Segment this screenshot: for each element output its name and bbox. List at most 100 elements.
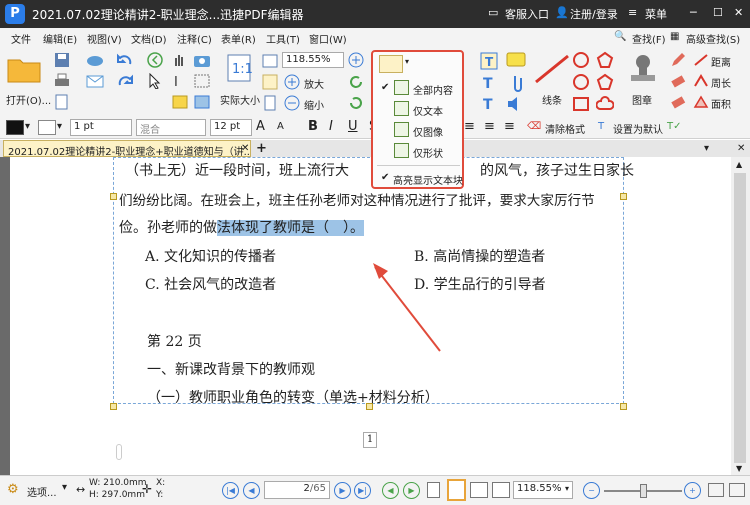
customer-service-link[interactable]: 客服入口 bbox=[505, 6, 549, 22]
dropdown-item-all[interactable]: ✔ 全部内容 bbox=[373, 78, 462, 98]
rectangle-icon[interactable] bbox=[572, 95, 590, 113]
distance-label[interactable]: 距离 bbox=[711, 54, 731, 69]
align-right-icon[interactable]: ≡ bbox=[504, 119, 515, 134]
line-width-select[interactable]: 1 pt bbox=[70, 119, 132, 136]
options-dropdown-icon[interactable]: ▾ bbox=[62, 482, 67, 493]
bold-icon[interactable]: B bbox=[308, 119, 318, 134]
selected-text[interactable]: 法体现了教师是（ ）。 bbox=[217, 220, 364, 236]
last-page-icon[interactable]: ▶| bbox=[354, 482, 371, 499]
fill-color-dropdown-icon[interactable]: ▾ bbox=[57, 121, 62, 132]
menu-form[interactable]: 表单(R) bbox=[221, 31, 256, 46]
forward-view-icon[interactable]: ▶ bbox=[403, 482, 420, 499]
hamburger-icon[interactable]: ≡ bbox=[628, 6, 637, 19]
scroll-up-icon[interactable]: ▲ bbox=[736, 160, 742, 169]
close-document-icon[interactable]: ✕ bbox=[737, 143, 745, 154]
line-label[interactable]: 线条 bbox=[542, 92, 562, 107]
callout-icon[interactable]: T bbox=[480, 95, 498, 113]
cursor-icon[interactable] bbox=[147, 73, 163, 89]
zoom-slider-thumb[interactable] bbox=[640, 484, 647, 498]
page-number-input[interactable]: 2/65 bbox=[264, 481, 330, 499]
scroll-thumb[interactable] bbox=[734, 173, 746, 463]
user-icon[interactable]: 👤 bbox=[555, 6, 569, 19]
polygon-icon[interactable] bbox=[596, 51, 614, 69]
zoom-out-label[interactable]: 缩小 bbox=[304, 97, 324, 112]
back-view-icon[interactable]: ◀ bbox=[382, 482, 399, 499]
shrink-font-icon[interactable]: A bbox=[277, 121, 284, 132]
email-icon[interactable] bbox=[86, 73, 104, 89]
resize-handle-bottom-right[interactable] bbox=[620, 403, 627, 410]
set-default-icon[interactable]: T bbox=[598, 121, 604, 132]
document-icon[interactable] bbox=[54, 94, 70, 110]
fill-color-swatch[interactable] bbox=[38, 120, 56, 135]
pentagon-icon[interactable] bbox=[596, 73, 614, 91]
fullscreen-icon[interactable] bbox=[729, 483, 745, 497]
line-tool-icon[interactable] bbox=[534, 54, 570, 84]
cloud-shape-icon[interactable] bbox=[596, 95, 614, 113]
edit-content-dropdown-icon[interactable]: ▾ bbox=[405, 57, 409, 66]
fill-mode-select[interactable]: 混合 bbox=[136, 119, 206, 136]
status-zoom-select[interactable]: 118.55% bbox=[513, 481, 573, 499]
document-tab[interactable]: 2021.07.02理论精讲2-职业理念+职业道德知与（讲... bbox=[3, 140, 251, 157]
options-button[interactable]: 选项... bbox=[27, 484, 57, 499]
zoom-out-status-icon[interactable]: − bbox=[583, 482, 600, 499]
resize-handle-right[interactable] bbox=[620, 193, 627, 200]
cloud-icon[interactable] bbox=[86, 52, 104, 68]
undo-icon[interactable] bbox=[116, 52, 134, 68]
search-icon[interactable]: 🔍 bbox=[614, 31, 626, 42]
zoom-combobox[interactable]: 118.55% bbox=[282, 52, 344, 68]
scroll-down-icon[interactable]: ▼ bbox=[736, 464, 742, 473]
dropdown-item-shape-only[interactable]: 仅形状 bbox=[373, 141, 462, 161]
save-icon[interactable] bbox=[54, 52, 70, 68]
area-icon[interactable] bbox=[693, 94, 709, 110]
tab-close-icon[interactable]: ✕ bbox=[241, 143, 249, 154]
facing-page-icon[interactable] bbox=[470, 482, 488, 498]
menu-edit[interactable]: 编辑(E) bbox=[43, 31, 77, 46]
resize-handle-left[interactable] bbox=[110, 193, 117, 200]
gear-icon[interactable]: ⚙ bbox=[7, 482, 19, 497]
italic-icon[interactable]: I bbox=[329, 119, 333, 134]
actual-size-icon[interactable]: 1:1 bbox=[226, 53, 254, 83]
zoom-in-label[interactable]: 放大 bbox=[304, 76, 324, 91]
menu-view[interactable]: 视图(V) bbox=[87, 31, 122, 46]
grow-font-icon[interactable]: A bbox=[256, 119, 265, 134]
new-tab-icon[interactable]: + bbox=[256, 141, 267, 156]
zoom-out-icon[interactable] bbox=[284, 95, 300, 111]
hand-tool-icon[interactable] bbox=[171, 52, 187, 68]
advanced-search-icon[interactable]: ▦ bbox=[670, 31, 679, 42]
open-button-label[interactable]: 打开(O)... bbox=[6, 92, 51, 107]
back-icon[interactable] bbox=[147, 52, 163, 68]
circle-icon[interactable] bbox=[572, 73, 590, 91]
typewriter-icon[interactable]: T bbox=[480, 74, 498, 92]
highlight-area-icon[interactable] bbox=[670, 94, 686, 110]
pdf-page[interactable]: （书上无）近一段时间，班上流行大 的风气，孩子过生日家长 们纷纷比阔。在班会上，… bbox=[10, 157, 731, 475]
ellipse-icon[interactable] bbox=[572, 51, 590, 69]
properties-icon[interactable]: T✓ bbox=[667, 121, 682, 132]
text-box-icon[interactable]: T bbox=[480, 52, 498, 70]
minimize-icon[interactable]: ─ bbox=[690, 6, 697, 19]
tab-list-icon[interactable]: ▾ bbox=[704, 143, 709, 154]
note-icon[interactable] bbox=[506, 52, 526, 70]
stroke-color-dropdown-icon[interactable]: ▾ bbox=[25, 121, 30, 132]
clear-format-button[interactable]: 清除格式 bbox=[545, 121, 585, 136]
edit-content-button-icon[interactable] bbox=[379, 55, 403, 73]
fit-width-icon[interactable] bbox=[262, 53, 278, 69]
maximize-icon[interactable]: ☐ bbox=[713, 6, 723, 19]
menu-file[interactable]: 文件 bbox=[11, 31, 31, 46]
text-select-icon[interactable]: I bbox=[171, 73, 187, 89]
continuous-page-icon[interactable] bbox=[447, 479, 466, 501]
menu-document[interactable]: 文档(D) bbox=[131, 31, 167, 46]
print-icon[interactable] bbox=[54, 73, 70, 89]
customer-service-icon[interactable]: ▭ bbox=[488, 6, 498, 19]
image-edit-icon[interactable] bbox=[193, 94, 211, 110]
font-size-select[interactable]: 12 pt bbox=[210, 119, 252, 136]
distance-icon[interactable] bbox=[693, 52, 709, 68]
stroke-color-swatch[interactable] bbox=[6, 120, 24, 135]
dropdown-item-highlight-blocks[interactable]: ✔ 高亮显示文本块 bbox=[373, 168, 463, 188]
find-button[interactable]: 查找(F) bbox=[632, 31, 666, 46]
zoom-in-small-icon[interactable] bbox=[348, 52, 364, 68]
camera-icon[interactable] bbox=[193, 52, 211, 68]
zoom-in-icon[interactable] bbox=[284, 74, 300, 90]
sound-icon[interactable] bbox=[506, 95, 526, 113]
rotate-ccw-icon[interactable] bbox=[348, 95, 364, 111]
set-default-button[interactable]: 设置为默认 bbox=[613, 121, 663, 136]
